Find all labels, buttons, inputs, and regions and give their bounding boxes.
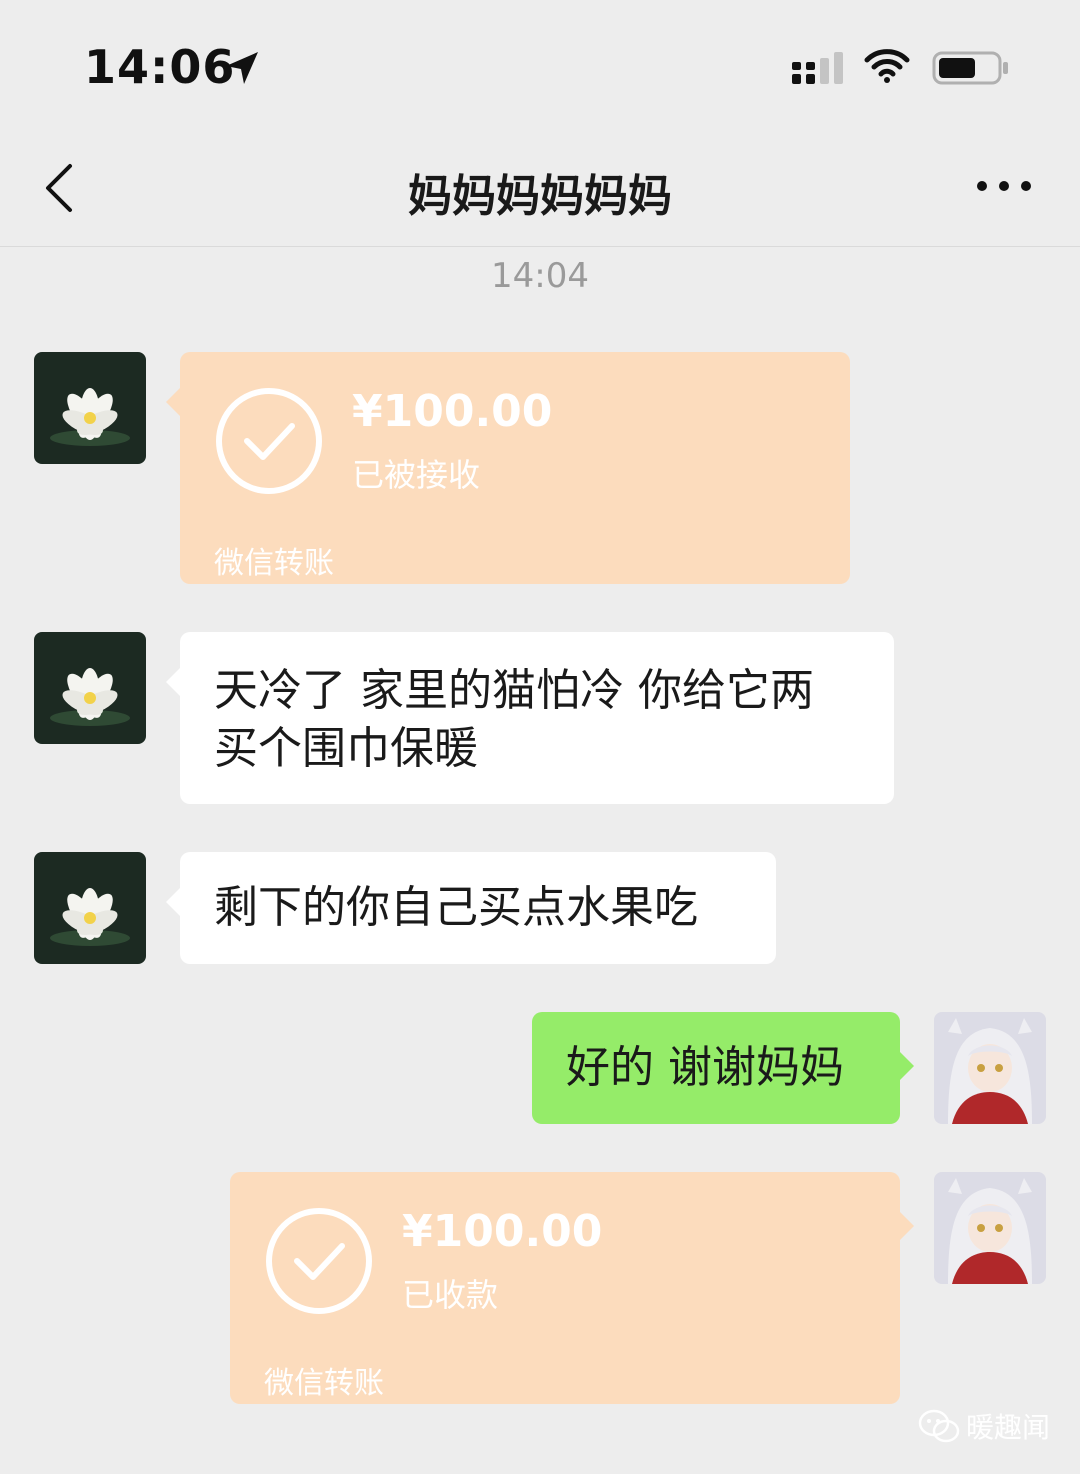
mom-avatar[interactable] — [34, 632, 146, 744]
message-bubble[interactable]: 剩下的你自己买点水果吃 — [166, 852, 776, 964]
message-timestamp: 14:04 — [491, 256, 589, 296]
check-circle-icon — [266, 1208, 372, 1314]
transfer-status: 已收款 — [402, 1276, 499, 1314]
transfer-card-received[interactable]: ¥100.00 已被接收 微信转账 — [166, 352, 850, 584]
transfer-footer: 微信转账 — [264, 1366, 384, 1401]
my-avatar[interactable] — [934, 1172, 1046, 1284]
chat-header: 妈妈妈妈妈妈 — [0, 130, 1080, 247]
watermark-text: 暖趣闻 — [966, 1411, 1051, 1444]
mom-avatar[interactable] — [34, 352, 146, 464]
check-circle-icon — [216, 388, 322, 494]
status-bar: 14:06 — [0, 0, 1080, 130]
transfer-amount: ¥100.00 — [402, 1206, 603, 1257]
status-time: 14:06 — [84, 40, 236, 94]
my-avatar[interactable] — [934, 1012, 1046, 1124]
more-dots-icon[interactable] — [974, 174, 1034, 198]
transfer-card-collected[interactable]: ¥100.00 已收款 微信转账 — [230, 1172, 914, 1404]
message-line: 天冷了 家里的猫怕冷 你给它两 — [214, 665, 814, 716]
watermark: 暖趣闻 — [918, 1404, 1050, 1448]
message-bubble[interactable]: 天冷了 家里的猫怕冷 你给它两 买个围巾保暖 — [166, 632, 894, 804]
anime-character-icon — [934, 1012, 1046, 1124]
anime-character-icon — [934, 1172, 1046, 1284]
transfer-status: 已被接收 — [352, 456, 481, 494]
chat-title: 妈妈妈妈妈妈 — [408, 171, 672, 222]
lotus-icon — [34, 352, 146, 464]
message-text: 好的 谢谢妈妈 — [566, 1042, 844, 1093]
mom-avatar[interactable] — [34, 852, 146, 964]
lotus-icon — [34, 632, 146, 744]
location-arrow-icon — [226, 52, 258, 84]
message-line: 买个围巾保暖 — [214, 723, 478, 774]
message-text: 剩下的你自己买点水果吃 — [214, 882, 698, 933]
wechat-logo-icon — [918, 1409, 960, 1443]
wifi-icon — [864, 49, 910, 83]
cellular-signal-icon — [792, 52, 843, 84]
lotus-icon — [34, 852, 146, 964]
transfer-footer: 微信转账 — [214, 546, 334, 581]
transfer-amount: ¥100.00 — [352, 386, 553, 437]
battery-icon — [932, 51, 1008, 85]
message-bubble-sent[interactable]: 好的 谢谢妈妈 — [532, 1012, 914, 1124]
